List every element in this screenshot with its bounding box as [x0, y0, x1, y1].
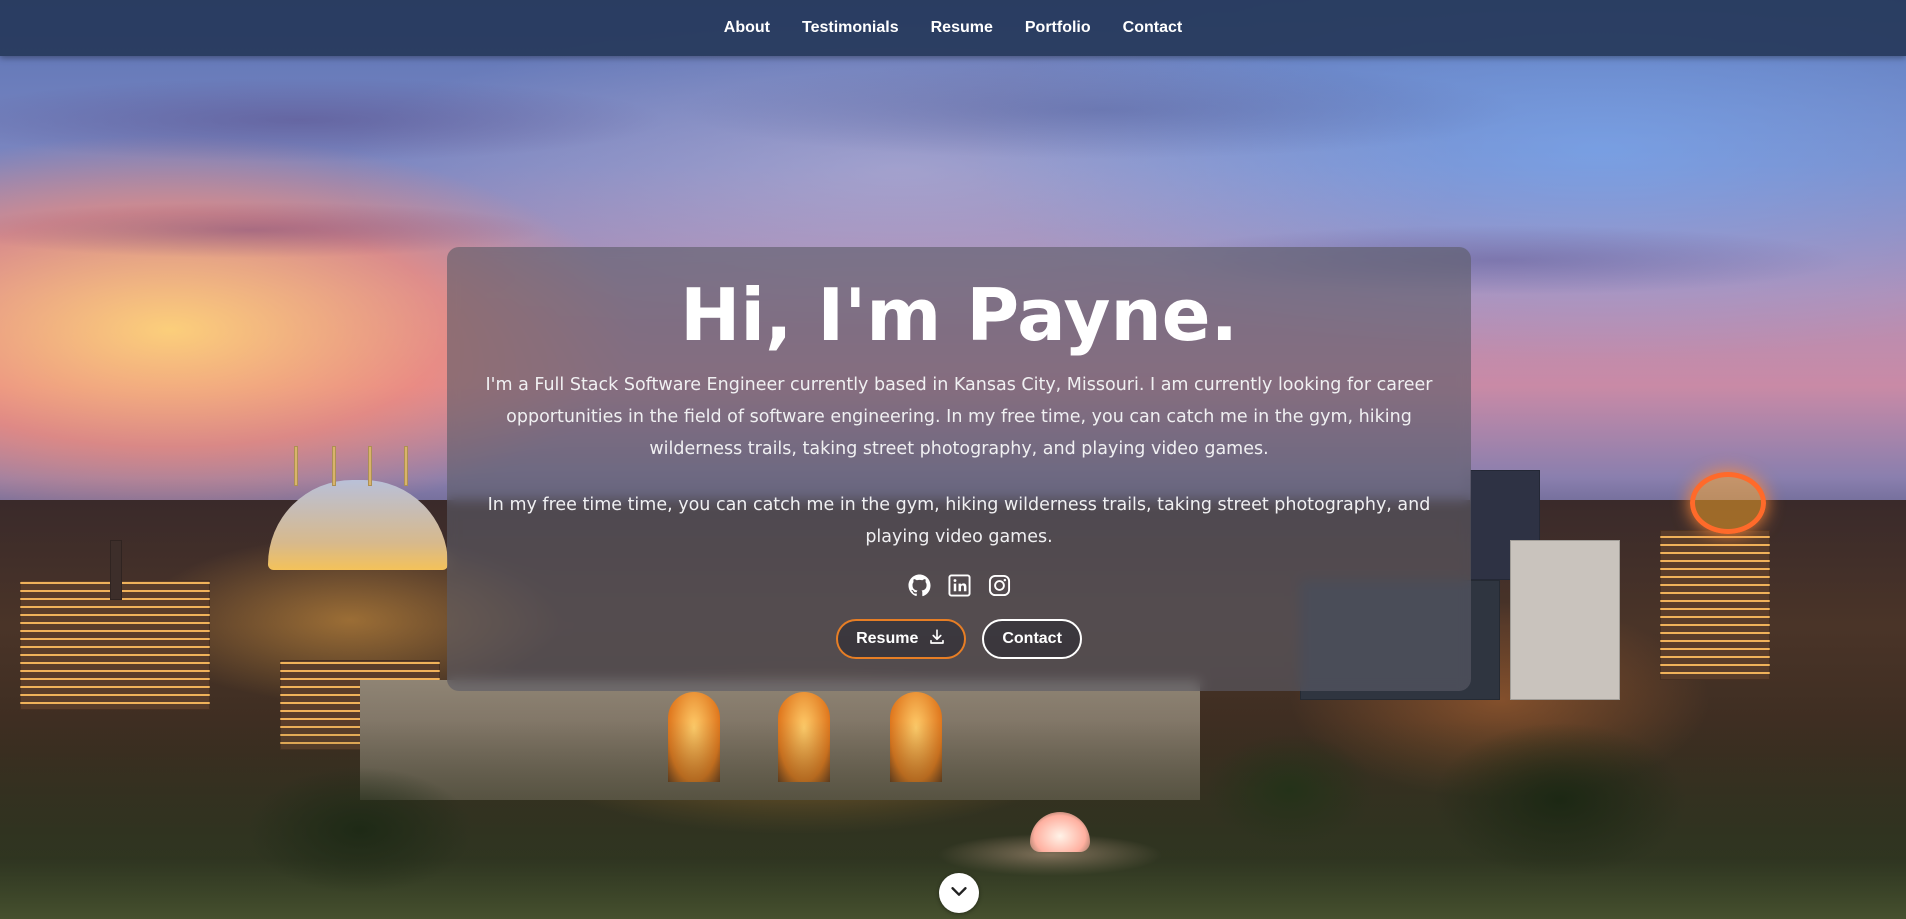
hero-title: Hi, I'm Payne.	[680, 273, 1238, 357]
resume-button[interactable]: Resume	[836, 619, 967, 659]
hero-buttons: Resume Contact	[447, 619, 1471, 659]
contact-button-label: Contact	[1002, 630, 1062, 647]
nav-link-testimonials[interactable]: Testimonials	[786, 0, 915, 56]
nav-link-resume[interactable]: Resume	[915, 0, 1009, 56]
hero-intro-paragraph: I'm a Full Stack Software Engineer curre…	[485, 375, 1433, 459]
hero-hobbies-paragraph: In my free time time, you can catch me i…	[487, 495, 1431, 547]
top-nav: About Testimonials Resume Portfolio Cont…	[0, 0, 1906, 56]
scroll-down-button[interactable]	[939, 873, 979, 913]
chevron-down-icon	[948, 880, 970, 907]
download-icon	[928, 628, 946, 651]
hero-card: Hi, I'm Payne. I'm a Full Stack Software…	[447, 247, 1471, 691]
github-icon[interactable]	[907, 573, 931, 597]
linkedin-icon[interactable]	[947, 573, 971, 597]
contact-button[interactable]: Contact	[982, 619, 1082, 659]
nav-link-contact[interactable]: Contact	[1107, 0, 1199, 56]
instagram-icon[interactable]	[987, 573, 1011, 597]
social-links	[447, 573, 1471, 597]
nav-link-portfolio[interactable]: Portfolio	[1009, 0, 1107, 56]
nav-link-about[interactable]: About	[708, 0, 786, 56]
resume-button-label: Resume	[856, 630, 919, 647]
